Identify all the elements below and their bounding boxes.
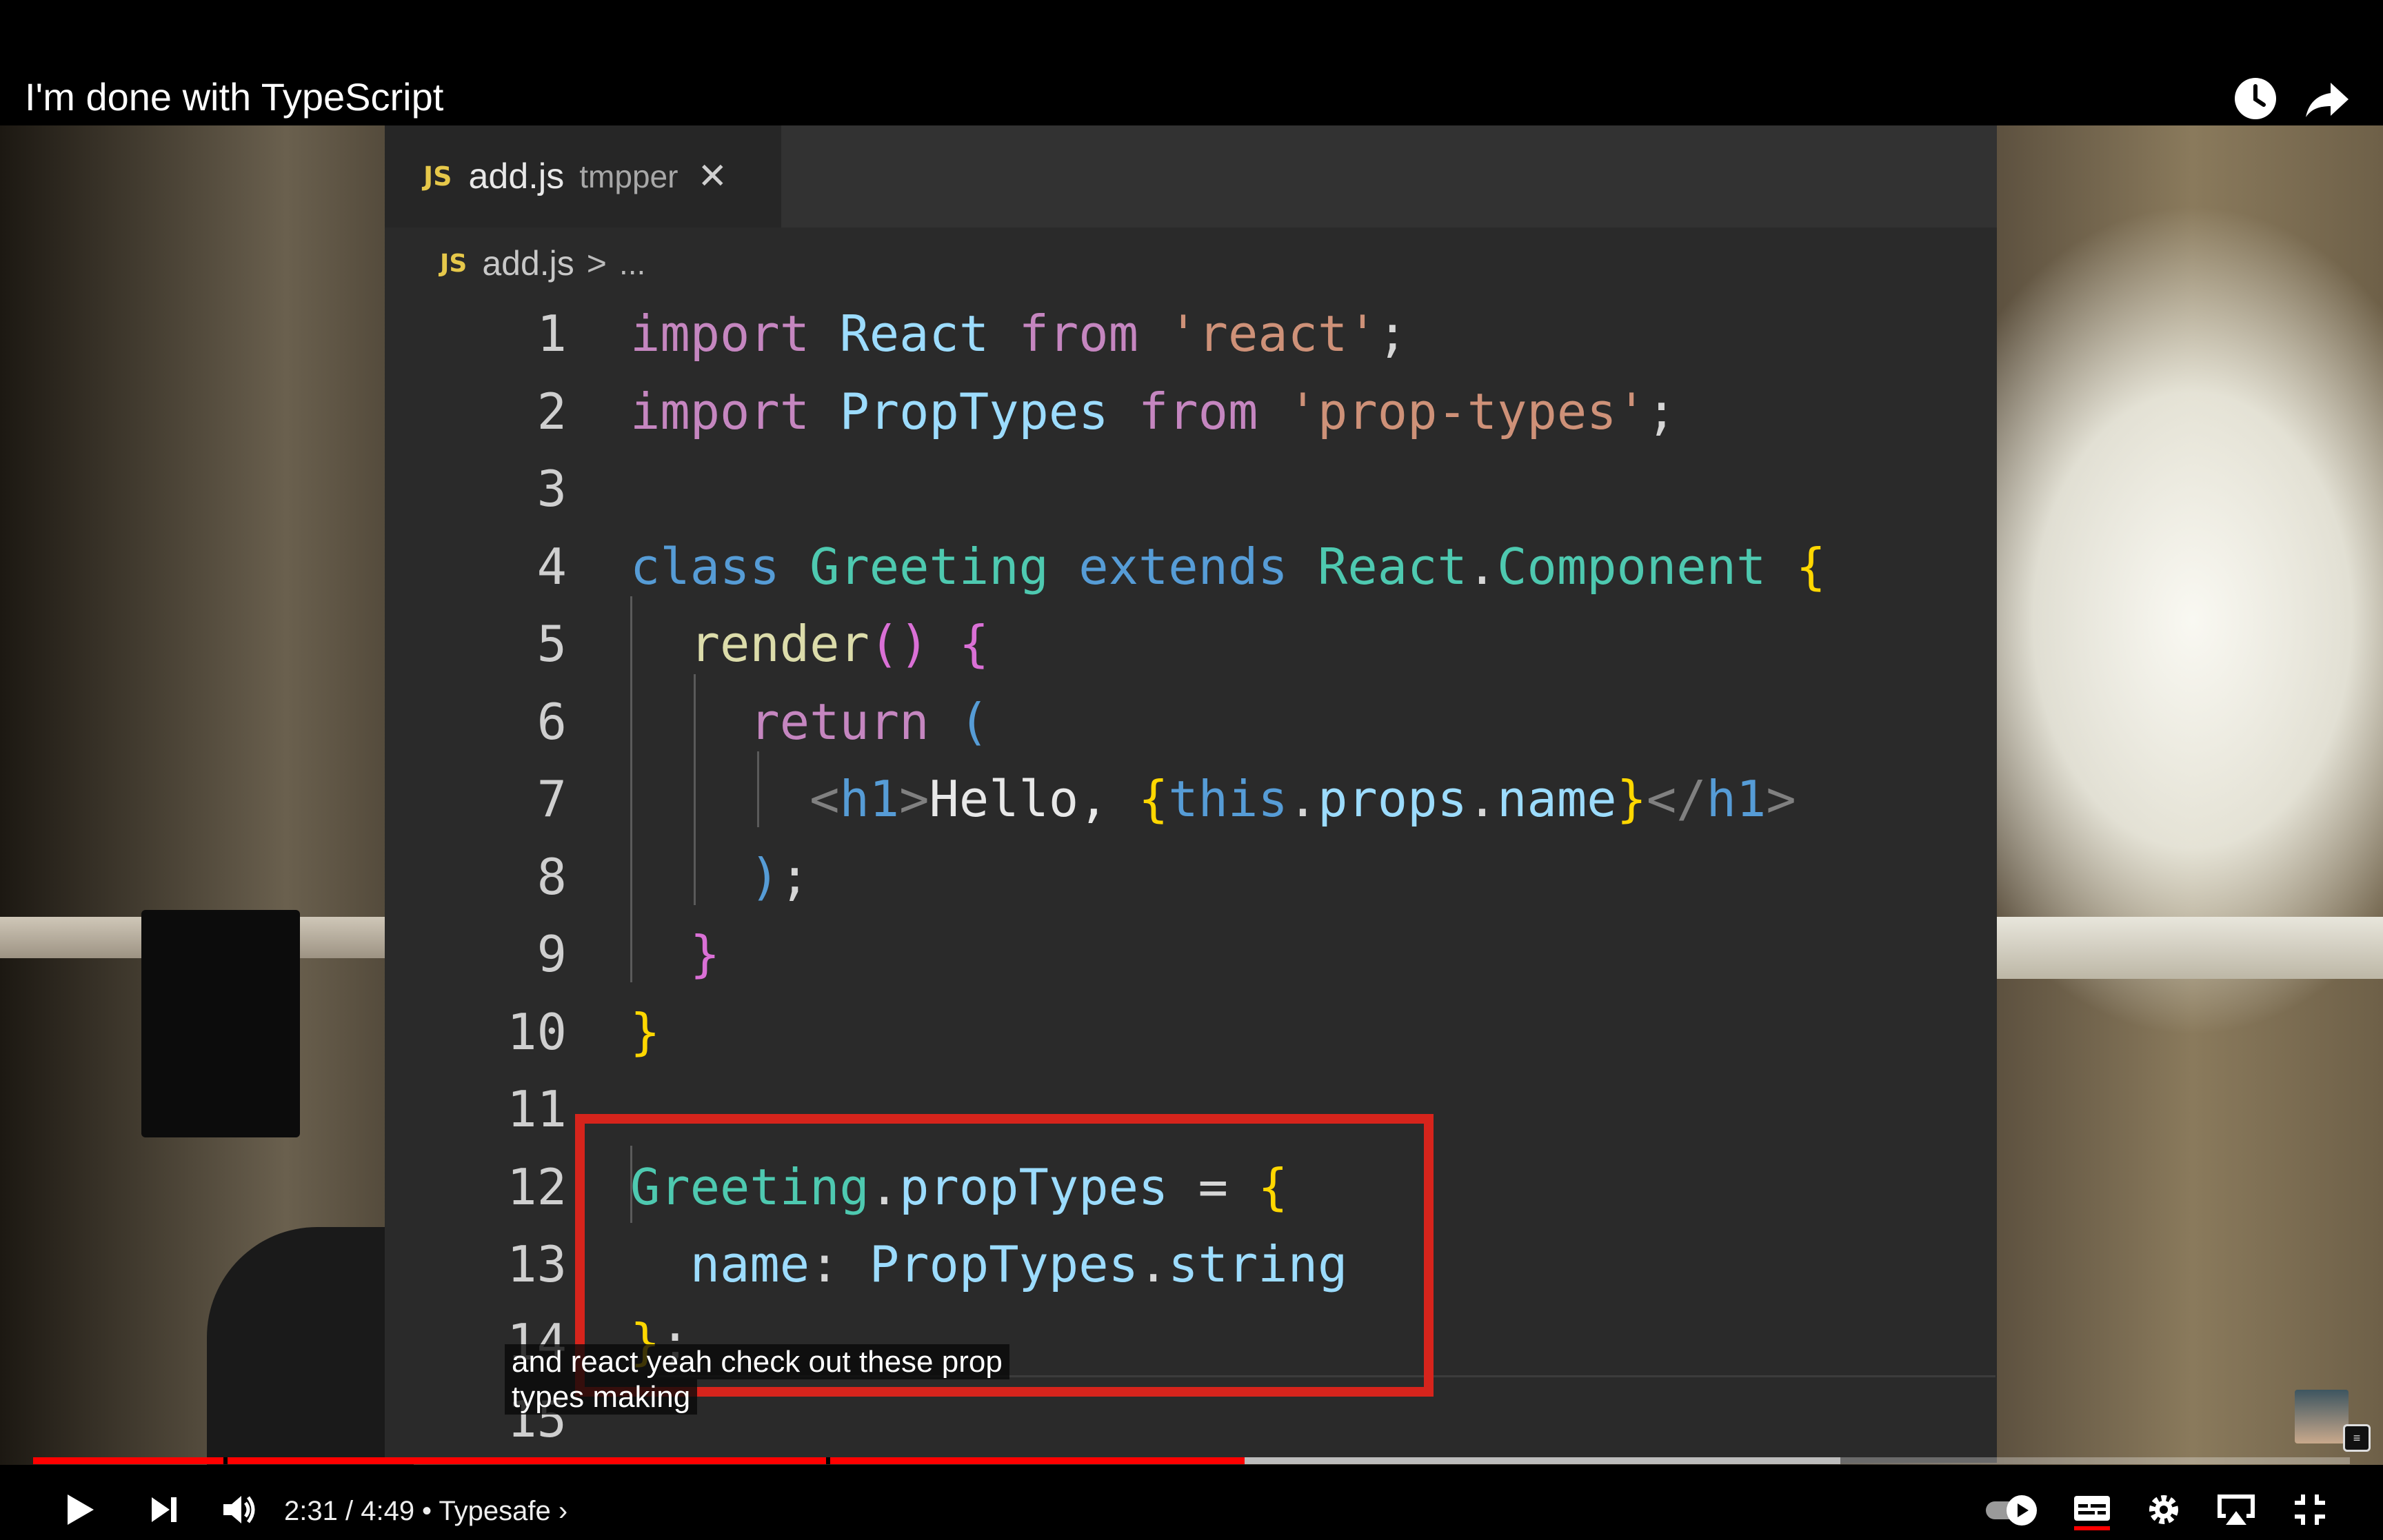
- line-number: 7: [536, 770, 567, 828]
- captions-button[interactable]: [2070, 1488, 2114, 1532]
- line-number: 6: [536, 692, 567, 751]
- player-top-bar: I'm done with TypeScript: [0, 0, 2383, 125]
- javascript-file-icon: JS: [423, 161, 452, 192]
- line-number: 10: [507, 1002, 567, 1061]
- line-number: 5: [536, 615, 567, 673]
- progress-bar[interactable]: [33, 1457, 2350, 1464]
- volume-button[interactable]: [218, 1488, 262, 1532]
- exit-fullscreen-button[interactable]: [2289, 1488, 2333, 1532]
- background-towel: [141, 910, 300, 1137]
- subtitles-icon: [2074, 1496, 2110, 1530]
- javascript-file-icon: JS: [440, 249, 467, 278]
- code-text: render() {: [690, 615, 989, 673]
- line-number: 12: [507, 1157, 567, 1216]
- code-line: 3: [385, 450, 1971, 528]
- code-line: 4 class Greeting extends React.Component…: [385, 528, 1971, 606]
- code-line: 7 <h1>Hello, {this.props.name}</h1>: [385, 760, 1971, 838]
- code-line: 5 render() {: [385, 605, 1971, 683]
- line-number: 9: [536, 925, 567, 983]
- tab-file-name: add.js: [468, 156, 565, 196]
- play-icon: [68, 1495, 94, 1525]
- airplay-icon: [2218, 1495, 2255, 1525]
- volume-icon: [223, 1496, 255, 1523]
- video-title[interactable]: I'm done with TypeScript: [25, 74, 443, 119]
- line-number: 2: [536, 382, 567, 440]
- code-text: class Greeting extends React.Component {: [630, 537, 1827, 596]
- product-tag-icon[interactable]: ≡: [2343, 1424, 2371, 1452]
- chapter-label: • Typesafe: [422, 1496, 551, 1526]
- duration: 4:49: [361, 1496, 415, 1526]
- code-text: import PropTypes from 'prop-types';: [630, 382, 1677, 440]
- line-number: 1: [536, 305, 567, 363]
- autoplay-toggle[interactable]: [1983, 1488, 2042, 1532]
- cast-button[interactable]: [2213, 1488, 2262, 1532]
- code-line: 6 return (: [385, 683, 1971, 761]
- exit-fullscreen-icon: [2295, 1495, 2325, 1525]
- line-number: 3: [536, 460, 567, 518]
- code-line: 8 );: [385, 838, 1971, 916]
- caption-line: types making: [505, 1379, 698, 1415]
- code-line: 9 }: [385, 915, 1971, 993]
- editor-tab-add-js[interactable]: JS add.js tmpper ✕: [385, 125, 781, 227]
- breadcrumb-more[interactable]: ...: [619, 245, 645, 282]
- code-text: );: [750, 847, 810, 906]
- time-separator: /: [345, 1496, 354, 1526]
- caption-window: and react yeah check out these prop type…: [505, 1344, 1009, 1415]
- chapter-title[interactable]: • Typesafe ›: [422, 1489, 567, 1533]
- chevron-right-icon: ›: [558, 1496, 568, 1526]
- video-frame[interactable]: JS add.js tmpper ✕ JS add.js > ... 1 imp…: [0, 0, 2383, 1540]
- chapter-marker: [826, 1457, 830, 1464]
- clock-icon[interactable]: [2231, 74, 2280, 123]
- chapter-marker: [223, 1457, 228, 1464]
- line-number: 11: [507, 1080, 567, 1138]
- tab-path-hint: tmpper: [579, 159, 678, 194]
- line-number: 13: [507, 1235, 567, 1293]
- code-line: 1 import React from 'react';: [385, 295, 1971, 373]
- code-text: return (: [750, 692, 989, 751]
- next-button[interactable]: [145, 1488, 186, 1532]
- close-icon[interactable]: ✕: [697, 156, 727, 197]
- background-window-sill: [1996, 917, 2383, 979]
- code-text: }: [630, 1002, 661, 1061]
- line-number: 8: [536, 847, 567, 906]
- code-line: 10 }: [385, 993, 1971, 1071]
- breadcrumb-file[interactable]: add.js: [482, 243, 574, 283]
- play-button[interactable]: [58, 1488, 106, 1532]
- editor-tab-bar: JS add.js tmpper ✕: [385, 125, 1997, 227]
- current-time: 2:31: [284, 1496, 338, 1526]
- channel-avatar[interactable]: [2295, 1390, 2349, 1443]
- settings-button[interactable]: [2143, 1488, 2187, 1532]
- code-text: }: [690, 925, 721, 983]
- time-display: 2:31 / 4:49: [284, 1489, 414, 1533]
- progress-played: [33, 1457, 1245, 1464]
- skip-next-icon: [152, 1497, 177, 1522]
- share-arrow-icon[interactable]: [2303, 74, 2351, 123]
- code-text: import React from 'react';: [630, 305, 1408, 363]
- line-number: 4: [536, 537, 567, 596]
- breadcrumb: JS add.js > ...: [440, 236, 645, 291]
- caption-line: and react yeah check out these prop: [505, 1344, 1009, 1379]
- code-line: 2 import PropTypes from 'prop-types';: [385, 373, 1971, 451]
- gear-icon: [2149, 1495, 2178, 1524]
- chevron-right-icon: >: [586, 244, 607, 283]
- code-text: <h1>Hello, {this.props.name}</h1>: [810, 770, 1796, 828]
